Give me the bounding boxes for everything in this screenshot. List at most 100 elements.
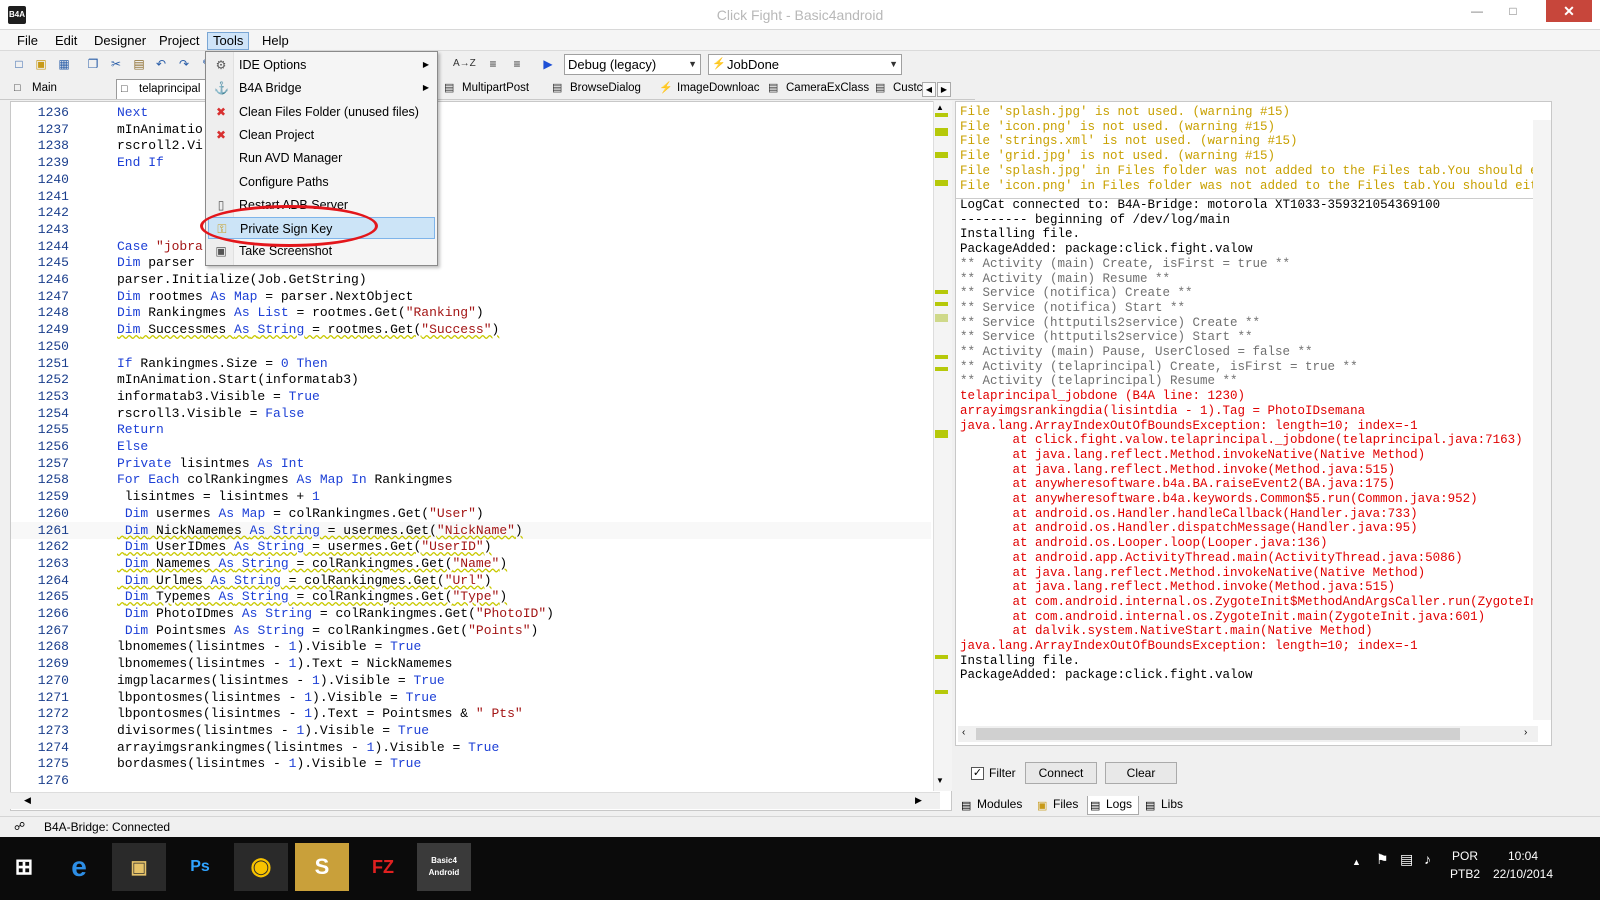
code-text[interactable]: Dim NickNamemes As String = usermes.Get(… bbox=[117, 522, 523, 539]
menu-tools[interactable]: Tools bbox=[207, 32, 250, 50]
menu-help[interactable]: Help bbox=[257, 32, 294, 50]
tab-imagedownload[interactable]: ⚡ ImageDownloac bbox=[655, 79, 759, 99]
filezilla-icon[interactable]: FZ bbox=[356, 843, 410, 891]
cut-icon[interactable]: ✂ bbox=[107, 55, 125, 73]
tools-item-clean-files-folder-unused-files[interactable]: ✖ Clean Files Folder (unused files) bbox=[208, 101, 435, 123]
code-line[interactable]: 1252 mInAnimation.Start(informatab3) bbox=[11, 371, 931, 388]
tab-main[interactable]: □ Main bbox=[10, 79, 57, 99]
code-line[interactable]: 1245 Dim parser bbox=[11, 254, 931, 271]
code-text[interactable]: Next bbox=[117, 104, 148, 121]
tab-telaprincipal[interactable]: □ telaprincipal bbox=[116, 79, 208, 99]
minimize-button[interactable]: — bbox=[1462, 0, 1492, 22]
code-line[interactable]: 1266 Dim PhotoIDmes As String = colRanki… bbox=[11, 605, 931, 622]
code-line[interactable]: 1258 For Each colRankingmes As Map In Ran… bbox=[11, 471, 931, 488]
new-file-icon[interactable]: □ bbox=[10, 55, 28, 73]
code-line[interactable]: 1276 bbox=[11, 772, 931, 789]
code-line[interactable]: 1242 bbox=[11, 204, 931, 221]
menu-project[interactable]: Project bbox=[154, 32, 204, 50]
code-line[interactable]: 1243 bbox=[11, 221, 931, 238]
tab-logs[interactable]: ▤ Logs bbox=[1087, 796, 1139, 815]
filter-checkbox[interactable]: ✓ bbox=[971, 767, 984, 780]
tools-item-clean-project[interactable]: ✖ Clean Project bbox=[208, 124, 435, 146]
editor-vertical-scrollbar[interactable]: ▲ ▼ bbox=[933, 101, 952, 791]
code-line[interactable]: 1250 bbox=[11, 338, 931, 355]
paste-icon[interactable]: ▤ bbox=[130, 55, 148, 73]
code-text[interactable]: rscroll3.Visible = False bbox=[117, 405, 304, 422]
tools-item-b4a-bridge[interactable]: ⚓ B4A Bridge ▶ bbox=[208, 77, 435, 99]
scroll-left-icon[interactable]: ◀ bbox=[24, 795, 31, 806]
code-text[interactable]: Dim rootmes As Map = parser.NextObject bbox=[117, 288, 413, 305]
skype-icon[interactable]: S bbox=[295, 843, 349, 891]
code-line[interactable]: 1247 Dim rootmes As Map = parser.NextObje… bbox=[11, 288, 931, 305]
code-text[interactable]: imgplacarmes(lisintmes - 1).Visible = Tr… bbox=[117, 672, 445, 689]
save-icon[interactable]: ▦ bbox=[55, 55, 73, 73]
code-line[interactable]: 1241 bbox=[11, 188, 931, 205]
code-text[interactable]: parser.Initialize(Job.GetString) bbox=[117, 271, 367, 288]
scroll-left-icon[interactable]: ‹ bbox=[962, 727, 965, 738]
code-text[interactable]: Dim Typemes As String = colRankingmes.Ge… bbox=[117, 588, 507, 605]
logs-vertical-scrollbar[interactable] bbox=[1533, 120, 1551, 720]
code-text[interactable]: Dim Successmes As String = rootmes.Get("… bbox=[117, 321, 499, 338]
code-line[interactable]: 1239 End If bbox=[11, 154, 931, 171]
code-text[interactable]: Else bbox=[117, 438, 148, 455]
code-text[interactable]: divisormes(lisintmes - 1).Visible = True bbox=[117, 722, 429, 739]
code-line[interactable]: 1255 Return bbox=[11, 421, 931, 438]
language-indicator[interactable]: POR PTB2 bbox=[1450, 849, 1480, 881]
code-text[interactable]: mInAnimation.Start(informatab3) bbox=[117, 371, 359, 388]
code-text[interactable]: Dim parser bbox=[117, 254, 203, 271]
sort-az-icon[interactable]: A→Z bbox=[453, 55, 476, 73]
code-line[interactable]: 1240 bbox=[11, 171, 931, 188]
logs-horizontal-scrollbar[interactable]: ‹ › bbox=[958, 726, 1538, 742]
internet-explorer-icon[interactable]: e bbox=[52, 843, 106, 891]
code-line[interactable]: 1248 Dim Rankingmes As List = rootmes.Get… bbox=[11, 304, 931, 321]
code-line[interactable]: 1249 Dim Successmes As String = rootmes.G… bbox=[11, 321, 931, 338]
code-line[interactable]: 1264 Dim Urlmes As String = colRankingme… bbox=[11, 572, 931, 589]
code-editor[interactable]: 1236 Next 1237 mInAnimatio 1238 rscroll2.Vi 12… bbox=[10, 101, 952, 811]
code-line[interactable]: 1271 lbpontosmes(lisintmes - 1).Visible =… bbox=[11, 689, 931, 706]
network-icon[interactable]: ▤ bbox=[1400, 852, 1413, 866]
menu-designer[interactable]: Designer bbox=[89, 32, 151, 50]
code-text[interactable]: Return bbox=[117, 421, 164, 438]
code-line[interactable]: 1259 lisintmes = lisintmes + 1 bbox=[11, 488, 931, 505]
tab-custom[interactable]: ▤ Custc bbox=[871, 79, 922, 99]
code-text[interactable]: lbpontosmes(lisintmes - 1).Visible = Tru… bbox=[117, 689, 437, 706]
code-text[interactable]: Dim PhotoIDmes As String = colRankingmes… bbox=[117, 605, 554, 622]
code-line[interactable]: 1251 If Rankingmes.Size = 0 Then bbox=[11, 355, 931, 372]
code-line[interactable]: 1262 Dim UserIDmes As String = usermes.G… bbox=[11, 538, 931, 555]
code-line[interactable]: 1237 mInAnimatio bbox=[11, 121, 931, 138]
connect-button[interactable]: Connect bbox=[1025, 762, 1097, 784]
tab-browsedialog[interactable]: ▤ BrowseDialog bbox=[548, 79, 641, 99]
code-line[interactable]: 1256 Else bbox=[11, 438, 931, 455]
code-line[interactable]: 1261 Dim NickNamemes As String = usermes… bbox=[11, 521, 931, 539]
code-line[interactable]: 1238 rscroll2.Vi bbox=[11, 137, 931, 154]
code-line[interactable]: 1260 Dim usermes As Map = colRankingmes.… bbox=[11, 505, 931, 522]
tools-item-configure-paths[interactable]: Configure Paths bbox=[208, 171, 435, 193]
redo-icon[interactable]: ↷ bbox=[175, 55, 193, 73]
code-text[interactable]: informatab3.Visible = True bbox=[117, 388, 320, 405]
code-text[interactable]: For Each colRankingmes As Map In Ranking… bbox=[117, 471, 453, 488]
code-text[interactable]: End If bbox=[117, 154, 164, 171]
tab-scroll-left-icon[interactable]: ◀ bbox=[922, 82, 936, 97]
tab-cameraexclass[interactable]: ▤ CameraExClass bbox=[764, 79, 869, 99]
module-select[interactable]: ⚡ JobDone ▼ bbox=[708, 54, 902, 75]
editor-horizontal-scrollbar[interactable]: ◀ ▶ bbox=[10, 792, 940, 809]
clock[interactable]: 10:04 22/10/2014 bbox=[1488, 849, 1558, 881]
close-button[interactable]: ✕ bbox=[1546, 0, 1592, 22]
copy-icon[interactable]: ❐ bbox=[84, 55, 102, 73]
build-config-select[interactable]: Debug (legacy) ▼ bbox=[564, 54, 701, 75]
code-line[interactable]: 1257 Private lisintmes As Int bbox=[11, 455, 931, 472]
code-text[interactable]: Dim usermes As Map = colRankingmes.Get("… bbox=[117, 505, 484, 522]
menu-edit[interactable]: Edit bbox=[50, 32, 82, 50]
clear-button[interactable]: Clear bbox=[1105, 762, 1177, 784]
scroll-down-icon[interactable]: ▼ bbox=[936, 776, 944, 785]
code-line[interactable]: 1246 parser.Initialize(Job.GetString) bbox=[11, 271, 931, 288]
code-text[interactable]: If Rankingmes.Size = 0 Then bbox=[117, 355, 328, 372]
tab-files[interactable]: ▣ Files bbox=[1035, 796, 1078, 815]
code-text[interactable]: Dim Pointsmes As String = colRankingmes.… bbox=[117, 622, 539, 639]
code-text[interactable]: lbnomemes(lisintmes - 1).Visible = True bbox=[117, 638, 421, 655]
code-text[interactable]: lisintmes = lisintmes + 1 bbox=[117, 488, 320, 505]
code-text[interactable]: Case "jobra bbox=[117, 238, 203, 255]
tab-libs[interactable]: ▤ Libs bbox=[1143, 796, 1183, 815]
tools-item-ide-options[interactable]: ⚙ IDE Options ▶ bbox=[208, 54, 435, 76]
code-text[interactable]: bordasmes(lisintmes - 1).Visible = True bbox=[117, 755, 421, 772]
